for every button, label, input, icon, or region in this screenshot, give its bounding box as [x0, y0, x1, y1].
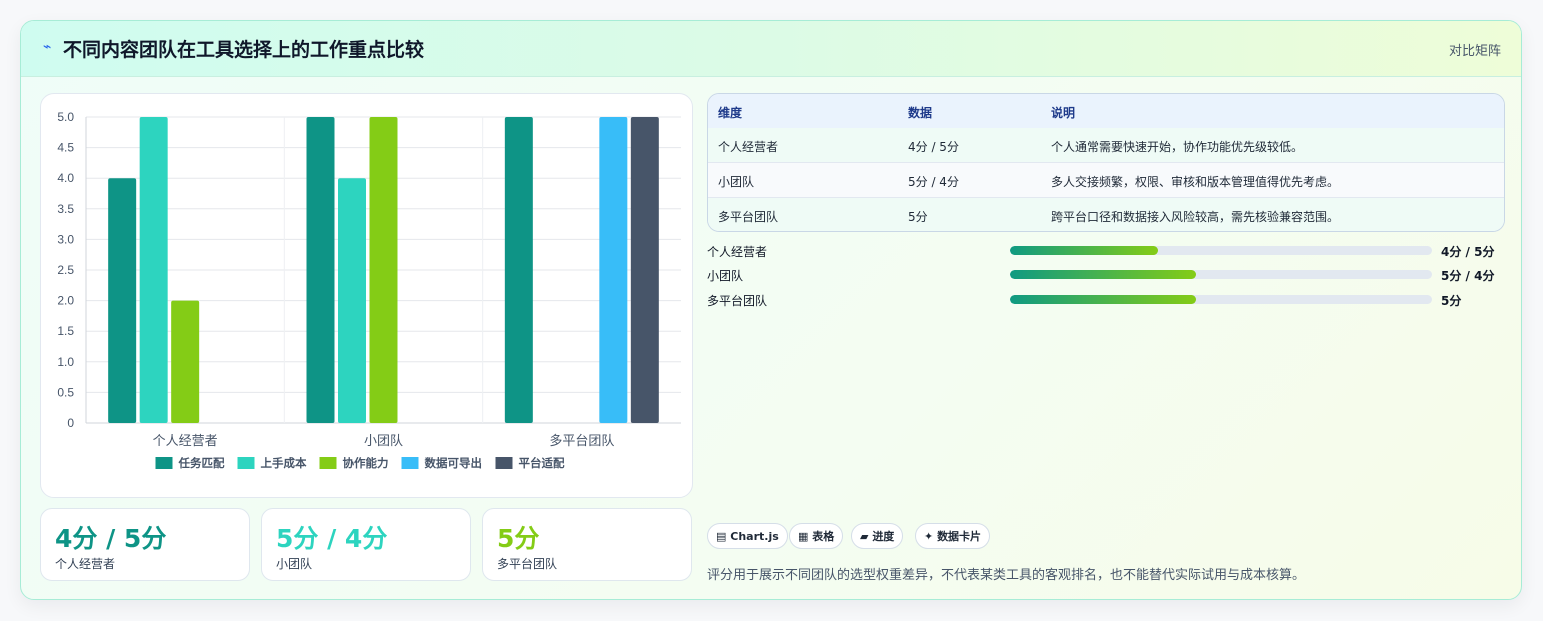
legend-swatch — [237, 457, 255, 469]
progress-track — [1010, 295, 1432, 304]
bar — [630, 117, 659, 423]
card-header: ⌁ 不同内容团队在工具选择上的工作重点比较 对比矩阵 — [21, 21, 1521, 77]
bar-chart: 0 0.5 1.0 1.5 2.0 2.5 3.0 3.5 4.0 4.5 5.0 个人经营者 小团队 多… — [57, 110, 681, 470]
table-cell: 多人交接频繁，权限、审核和版本管理值得优先考虑。 — [1051, 175, 1340, 189]
bar — [306, 117, 335, 423]
y-tick-label: 4.5 — [57, 141, 74, 155]
bar — [171, 300, 200, 423]
x-tick-label: 个人经营者 — [153, 433, 218, 448]
footnote: 评分用于展示不同团队的选型权重差异，不代表某类工具的客观排名，也不能替代实际试用… — [707, 568, 1306, 583]
table-cell: 5分 / 4分 — [908, 175, 959, 189]
progress-label: 多平台团队 — [707, 294, 768, 308]
stat-value: 5分 / 4分 — [276, 524, 388, 553]
table-row: 小团队 5分 / 4分 多人交接频繁，权限、审核和版本管理值得优先考虑。 — [708, 163, 1504, 198]
table-cell: 5分 — [908, 210, 928, 224]
bar — [599, 117, 628, 423]
table-header-cell: 维度 — [718, 106, 743, 120]
legend-swatch — [495, 457, 513, 469]
stat-card-small-team: 5分 / 4分 小团队 — [261, 508, 471, 581]
table-header-cell: 数据 — [908, 106, 933, 120]
y-tick-label: 0.5 — [57, 385, 74, 399]
x-tick-label: 小团队 — [364, 433, 403, 448]
stat-label: 多平台团队 — [497, 557, 558, 571]
legend-label: 数据可导出 — [425, 456, 483, 470]
progress-fill — [1010, 295, 1196, 304]
chip-label: 表格 — [812, 530, 835, 543]
chip-label: 数据卡片 — [937, 530, 982, 543]
comparison-card: ⌁ 不同内容团队在工具选择上的工作重点比较 对比矩阵 0 0.5 1.0 1.5 2.0… — [20, 20, 1522, 600]
legend-swatch — [155, 457, 173, 469]
table-row: 个人经营者 4分 / 5分 个人通常需要快速开始，协作功能优先级较低。 — [708, 128, 1504, 163]
bar — [108, 178, 137, 423]
y-tick-label: 2.0 — [57, 294, 74, 308]
stat-card-solo: 4分 / 5分 个人经营者 — [40, 508, 250, 581]
progress-label: 小团队 — [707, 269, 744, 283]
page-title: 不同内容团队在工具选择上的工作重点比较 — [63, 39, 425, 61]
x-tick-label: 多平台团队 — [549, 433, 614, 448]
progress-value: 4分 / 5分 — [1441, 245, 1495, 259]
bar-chart-panel: 0 0.5 1.0 1.5 2.0 2.5 3.0 3.5 4.0 4.5 5.0 个人经营者 小团队 多… — [40, 93, 693, 498]
bar — [139, 117, 168, 423]
table-header-row: 维度 数据 说明 — [708, 94, 1504, 129]
table-icon: ▦ — [798, 530, 809, 543]
y-tick-label: 4.0 — [57, 171, 74, 185]
header-tag: 对比矩阵 — [1448, 44, 1501, 59]
stat-value: 4分 / 5分 — [55, 524, 167, 553]
y-tick-label: 3.5 — [57, 202, 74, 216]
table-cell: 小团队 — [718, 175, 755, 189]
chip-label: 进度 — [872, 530, 895, 543]
y-tick-label: 0 — [67, 416, 74, 430]
y-tick-label: 5.0 — [57, 110, 74, 124]
legend-swatch — [401, 457, 419, 469]
progress-track — [1010, 246, 1432, 255]
progress-value: 5分 — [1441, 294, 1462, 308]
table-cell: 4分 / 5分 — [908, 140, 959, 154]
y-tick-label: 1.5 — [57, 324, 74, 338]
chip-data-card[interactable]: ✦ 数据卡片 — [915, 523, 991, 549]
chip-chartjs[interactable]: ▤ Chart.js — [707, 523, 788, 549]
progress-fill — [1010, 270, 1196, 279]
bar — [338, 178, 366, 423]
legend-label: 平台适配 — [519, 456, 565, 470]
progress-row: 个人经营者 4分 / 5分 — [707, 241, 1503, 261]
progress-track — [1010, 270, 1432, 279]
sparkle-icon: ✦ — [924, 530, 934, 543]
y-tick-label: 1.0 — [57, 355, 74, 369]
bar — [369, 117, 398, 423]
stat-value: 5分 — [497, 524, 540, 553]
progress-row: 小团队 5分 / 4分 — [707, 265, 1503, 285]
table-header-cell: 说明 — [1051, 106, 1076, 120]
chip-label: Chart.js — [730, 530, 779, 543]
y-tick-label: 3.0 — [57, 232, 74, 246]
stat-card-multi-platform: 5分 多平台团队 — [482, 508, 692, 581]
progress-row: 多平台团队 5分 — [707, 290, 1503, 310]
legend-label: 上手成本 — [261, 456, 307, 470]
bar — [504, 117, 533, 423]
chart-icon: ▤ — [716, 530, 727, 543]
table-row: 多平台团队 5分 跨平台口径和数据接入风险较高，需先核验兼容范围。 — [708, 198, 1504, 231]
progress-icon: ▰ — [860, 530, 869, 543]
table-cell: 个人经营者 — [718, 140, 779, 154]
stat-label: 小团队 — [276, 557, 313, 571]
progress-value: 5分 / 4分 — [1441, 269, 1495, 283]
chip-table[interactable]: ▦ 表格 — [789, 523, 844, 549]
legend-label: 协作能力 — [343, 456, 389, 470]
chip-progress[interactable]: ▰ 进度 — [851, 523, 904, 549]
comparison-table: 维度 数据 说明 个人经营者 4分 / 5分 个人通常需要快速开始，协作功能优先… — [707, 93, 1505, 232]
table-cell: 跨平台口径和数据接入风险较高，需先核验兼容范围。 — [1051, 210, 1340, 224]
table-cell: 多平台团队 — [718, 210, 779, 224]
progress-fill — [1010, 246, 1158, 255]
y-tick-label: 2.5 — [57, 263, 74, 277]
stat-label: 个人经营者 — [55, 557, 116, 571]
lightning-icon: ⌁ — [43, 39, 52, 55]
progress-label: 个人经营者 — [707, 245, 768, 259]
table-cell: 个人通常需要快速开始，协作功能优先级较低。 — [1051, 140, 1304, 154]
legend-label: 任务匹配 — [178, 456, 225, 470]
legend-swatch — [319, 457, 337, 469]
